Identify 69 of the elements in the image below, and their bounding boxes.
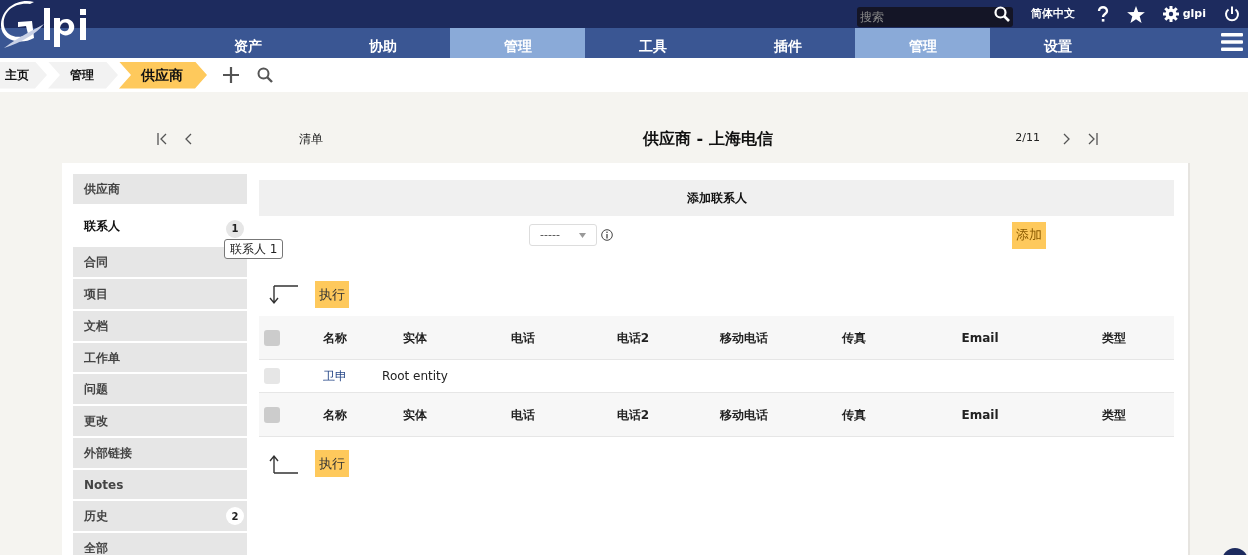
- side-tab[interactable]: 项目: [73, 279, 247, 309]
- column-header: Email: [960, 406, 1000, 424]
- nav-tab[interactable]: 插件: [720, 28, 855, 58]
- column-header: 电话: [510, 406, 536, 424]
- column-header: 电话2: [615, 406, 651, 424]
- side-tab[interactable]: 全部: [73, 533, 247, 555]
- side-tab[interactable]: 外部链接: [73, 437, 247, 468]
- select-all-checkbox[interactable]: [264, 329, 280, 346]
- column-header: 电话2: [615, 329, 651, 347]
- column-header: 电话: [510, 329, 536, 347]
- nav-tab[interactable]: 资产: [180, 28, 315, 58]
- arrow-up-icon: [269, 453, 299, 474]
- execute-button[interactable]: 执行: [315, 450, 349, 477]
- execute-button[interactable]: 执行: [315, 281, 349, 308]
- nav-tab[interactable]: 工具: [585, 28, 720, 58]
- side-tab[interactable]: Notes: [73, 469, 247, 500]
- contact-select[interactable]: -----: [529, 224, 597, 246]
- add-button[interactable]: 添加: [1012, 221, 1046, 249]
- search-icon[interactable]: [257, 67, 273, 83]
- side-tab[interactable]: 工作单: [73, 342, 247, 373]
- list-link[interactable]: 清单: [299, 129, 323, 148]
- power-icon[interactable]: [1224, 6, 1240, 22]
- count-badge: 2: [226, 507, 244, 526]
- info-icon[interactable]: [601, 229, 613, 241]
- nav-tab[interactable]: 协助: [315, 28, 450, 58]
- plus-icon[interactable]: [223, 67, 239, 83]
- column-header: 类型: [1100, 406, 1127, 424]
- next-page-icon[interactable]: [1062, 132, 1070, 145]
- count-badge: 1: [226, 219, 244, 238]
- column-header: 移动电话: [719, 406, 769, 424]
- side-tab[interactable]: 文档: [73, 310, 247, 341]
- help-icon[interactable]: [1096, 6, 1109, 22]
- star-icon[interactable]: [1126, 5, 1145, 23]
- column-header: 实体: [402, 406, 428, 424]
- search-field[interactable]: 搜索: [856, 7, 1013, 27]
- contact-link[interactable]: 卫申: [307, 367, 363, 385]
- breadcrumb[interactable]: 主页: [0, 61, 47, 89]
- side-tab[interactable]: 历史 2: [73, 501, 247, 532]
- panel-header: 添加联系人: [259, 180, 1174, 216]
- column-header: 名称: [322, 406, 348, 424]
- language-link[interactable]: 简体中文: [1030, 5, 1075, 23]
- table-cell-text: Root entity: [381, 368, 449, 385]
- page-title: 供应商 - 上海电信: [643, 127, 773, 150]
- column-header: 传真: [840, 329, 867, 347]
- select-all-checkbox[interactable]: [264, 406, 280, 423]
- side-tab[interactable]: 供应商: [73, 174, 247, 204]
- column-header: 类型: [1100, 329, 1127, 347]
- first-page-icon[interactable]: [157, 132, 167, 145]
- menu-icon[interactable]: [1221, 33, 1243, 51]
- tooltip: 联系人 1: [224, 239, 284, 259]
- page-position: 2/11: [1015, 130, 1040, 147]
- search-icon[interactable]: [993, 6, 1010, 22]
- row-checkbox[interactable]: [264, 368, 280, 384]
- column-header: 名称: [322, 329, 348, 347]
- caret-icon: [579, 232, 586, 238]
- column-header: 实体: [402, 329, 428, 347]
- arrow-down-icon: [269, 284, 299, 305]
- side-tab[interactable]: 更改: [73, 406, 247, 436]
- nav-tab[interactable]: 设置: [990, 28, 1125, 58]
- breadcrumb[interactable]: 供应商: [119, 61, 207, 89]
- last-page-icon[interactable]: [1088, 132, 1098, 145]
- column-header: 移动电话: [719, 329, 769, 347]
- column-header: 传真: [840, 406, 867, 424]
- side-tab[interactable]: 问题: [73, 374, 247, 405]
- previous-page-icon[interactable]: [185, 132, 193, 145]
- column-header: Email: [960, 329, 1000, 347]
- user-name[interactable]: glpi: [1182, 5, 1206, 23]
- breadcrumb[interactable]: 管理: [48, 61, 118, 89]
- settings-icon[interactable]: [1162, 6, 1179, 22]
